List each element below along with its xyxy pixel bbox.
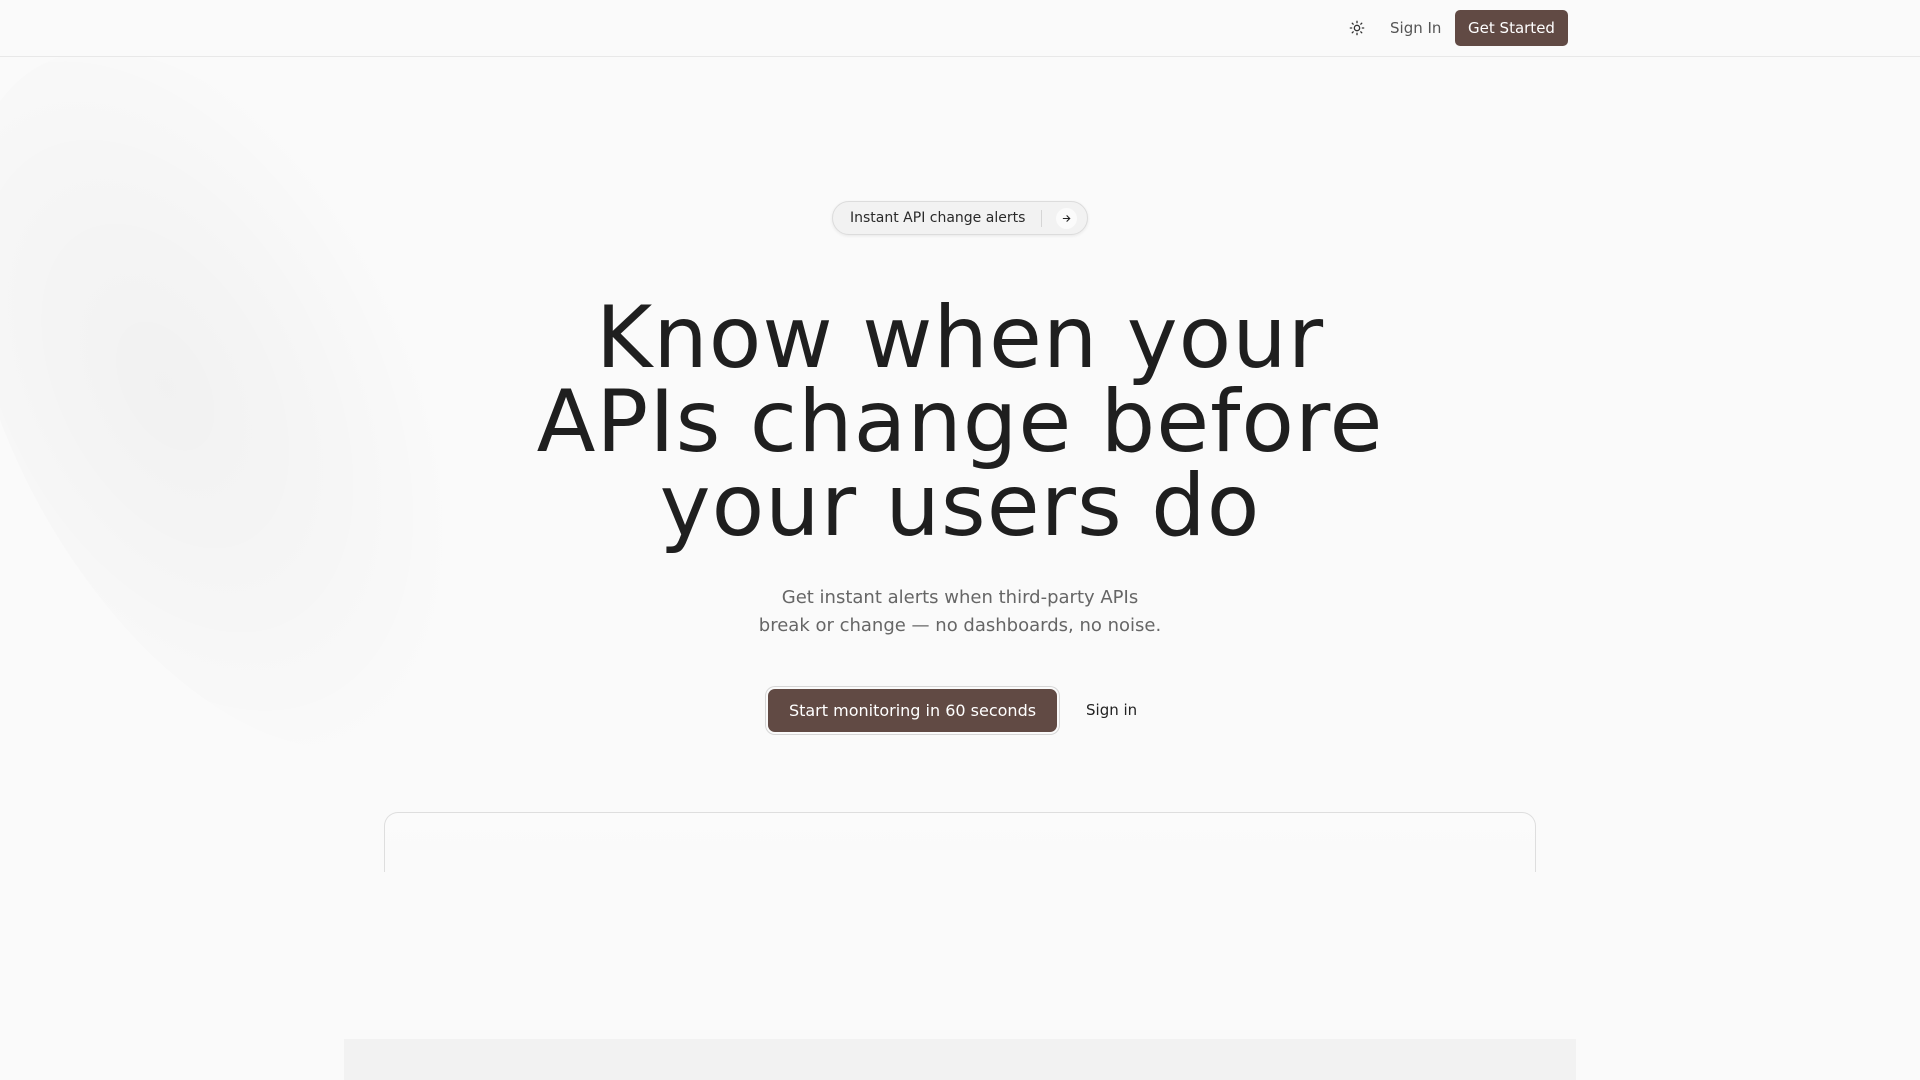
get-started-button[interactable]: Get Started [1455,10,1568,46]
subtext-line: break or change — no dashboards, no nois… [758,615,1162,636]
product-preview-frame [384,812,1536,872]
hero-subtext: Get instant alerts when third-party APIs… [660,584,1260,640]
announcement-pill[interactable]: Instant API change alerts [832,201,1088,235]
headline-line: APIs change before [536,372,1384,472]
hero-sign-in-link[interactable]: Sign in [1086,700,1137,720]
pill-divider [1041,210,1042,227]
headline-line: your users do [659,456,1261,556]
top-navigation: Sign In Get Started [0,0,1920,57]
arrow-right-icon [1056,208,1077,229]
announcement-label: Instant API change alerts [850,210,1026,226]
headline-line: Know when your [595,288,1325,388]
landing-page: Sign In Get Started Instant API change a… [0,0,1920,1080]
subtext-line: Get instant alerts when third-party APIs [781,587,1139,608]
hero-headline: Know when your APIs change before your u… [460,288,1460,556]
sun-icon[interactable] [1346,17,1368,39]
start-monitoring-button[interactable]: Start monitoring in 60 seconds [768,689,1057,732]
lower-section-band [344,1039,1576,1080]
nav-sign-in-link[interactable]: Sign In [1390,17,1441,39]
